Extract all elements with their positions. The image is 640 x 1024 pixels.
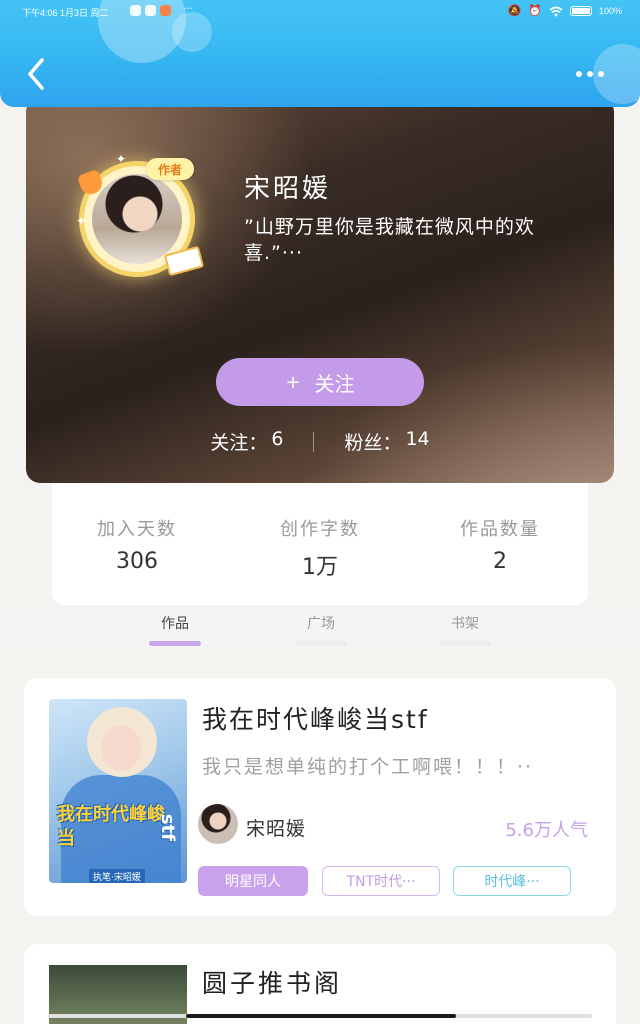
tag-tnt[interactable]: TNT时代··· xyxy=(322,866,440,896)
stat-works-count: 作品数量 2 xyxy=(415,515,585,574)
mute-icon: 🔕 xyxy=(507,4,522,17)
divider xyxy=(313,432,315,452)
chevron-left-icon xyxy=(28,58,44,90)
cover-figure xyxy=(101,725,141,771)
top-bar: 下午4:06 1月3日 周二 ··· 🔕 ⏰ 100% xyxy=(0,0,640,107)
stat-label: 创作字数 xyxy=(280,519,360,540)
back-button[interactable] xyxy=(24,56,54,92)
book-cover[interactable]: 我在时代峰峻当 stf 执笔·宋昭媛 xyxy=(49,699,187,883)
status-more: ··· xyxy=(183,4,193,15)
content-tabs: 作品 广场 书架 xyxy=(0,605,640,649)
book-card[interactable]: 圆子推书阁 xyxy=(24,944,616,1024)
stat-value: 2 xyxy=(493,549,507,574)
status-bar: 下午4:06 1月3日 周二 ··· 🔕 ⏰ 100% xyxy=(0,0,640,24)
fans-label: 粉丝： xyxy=(344,432,402,454)
author-name: 宋昭媛 xyxy=(244,174,332,204)
app-notification-icon xyxy=(145,5,156,16)
stat-join-days: 加入天数 306 xyxy=(52,515,222,574)
tab-indicator xyxy=(439,641,491,646)
avatar-image xyxy=(92,174,182,264)
follow-stats: 关注： 6 粉丝： 14 xyxy=(26,428,614,455)
tag-celebrity-fanfic[interactable]: 明星同人 xyxy=(198,866,308,896)
author-bio: ”山野万里你是我藏在微风中的欢喜.”··· xyxy=(244,216,535,264)
tab-indicator xyxy=(295,641,347,646)
alarm-icon: ⏰ xyxy=(528,4,542,17)
tab-bookshelf[interactable]: 书架 xyxy=(430,613,500,633)
tab-works[interactable]: 作品 xyxy=(140,613,210,633)
tab-square[interactable]: 广场 xyxy=(286,613,356,633)
sparkle-icon: ✦ xyxy=(76,214,87,228)
status-time: 下午4:06 1月3日 周二 xyxy=(22,8,109,18)
book-card[interactable]: 我在时代峰峻当 stf 执笔·宋昭媛 我在时代峰峻当stf 我只是想单纯的打个工… xyxy=(24,678,616,916)
home-indicator[interactable] xyxy=(186,1014,456,1018)
tag-shidai-fengjun[interactable]: 时代峰··· xyxy=(453,866,571,896)
book-popularity: 5.6万人气 xyxy=(505,820,588,841)
fans-count[interactable]: 粉丝： 14 xyxy=(344,428,429,455)
more-button[interactable] xyxy=(576,64,612,84)
battery-icon xyxy=(569,6,592,16)
author-stats-card: 加入天数 306 创作字数 1万 作品数量 2 xyxy=(52,483,588,605)
book-author-name[interactable]: 宋昭媛 xyxy=(246,814,306,841)
stat-value: 306 xyxy=(116,549,158,574)
plus-icon: + xyxy=(285,371,301,393)
app-notification-icon xyxy=(130,5,141,16)
follow-button[interactable]: + 关注 xyxy=(216,358,424,406)
stat-word-count: 创作字数 1万 xyxy=(235,515,405,581)
fans-value: 14 xyxy=(405,428,430,450)
following-count[interactable]: 关注： 6 xyxy=(210,428,283,455)
status-right: 🔕 ⏰ 100% xyxy=(508,4,622,18)
stat-value: 1万 xyxy=(302,555,338,580)
stat-label: 加入天数 xyxy=(97,519,177,540)
more-dots-icon xyxy=(587,71,593,77)
following-value: 6 xyxy=(271,428,284,450)
battery-percent: 100% xyxy=(598,6,622,16)
cover-side-text: stf xyxy=(156,813,178,842)
status-app-icons xyxy=(130,5,171,16)
profile-banner: ✦ ✦ 作者 宋昭媛 ”山野万里你是我藏在微风中的欢喜.”··· + 关注 关注… xyxy=(26,98,614,483)
author-avatar[interactable]: ✦ ✦ 作者 xyxy=(74,152,205,286)
book-title[interactable]: 圆子推书阁 xyxy=(202,964,342,1000)
book-description: 我只是想单纯的打个工啊喂！！！·· xyxy=(202,756,534,778)
follow-button-label: 关注 xyxy=(314,371,355,396)
more-dots-icon xyxy=(598,71,604,77)
avatar[interactable] xyxy=(198,804,238,844)
book-title[interactable]: 我在时代峰峻当stf xyxy=(202,700,429,736)
sparkle-icon: ✦ xyxy=(116,152,127,166)
tab-indicator-active xyxy=(149,641,201,646)
author-profile-page: 下午4:06 1月3日 周二 ··· 🔕 ⏰ 100% ✦ ✦ 作者 宋昭媛 ”… xyxy=(0,0,640,1024)
cover-author: 执笔·宋昭媛 xyxy=(89,869,145,883)
wifi-icon xyxy=(549,6,563,16)
following-label: 关注： xyxy=(210,432,268,454)
more-dots-icon xyxy=(576,71,582,77)
author-badge: 作者 xyxy=(146,158,194,180)
stat-label: 作品数量 xyxy=(460,519,540,540)
app-notification-icon xyxy=(160,5,171,16)
